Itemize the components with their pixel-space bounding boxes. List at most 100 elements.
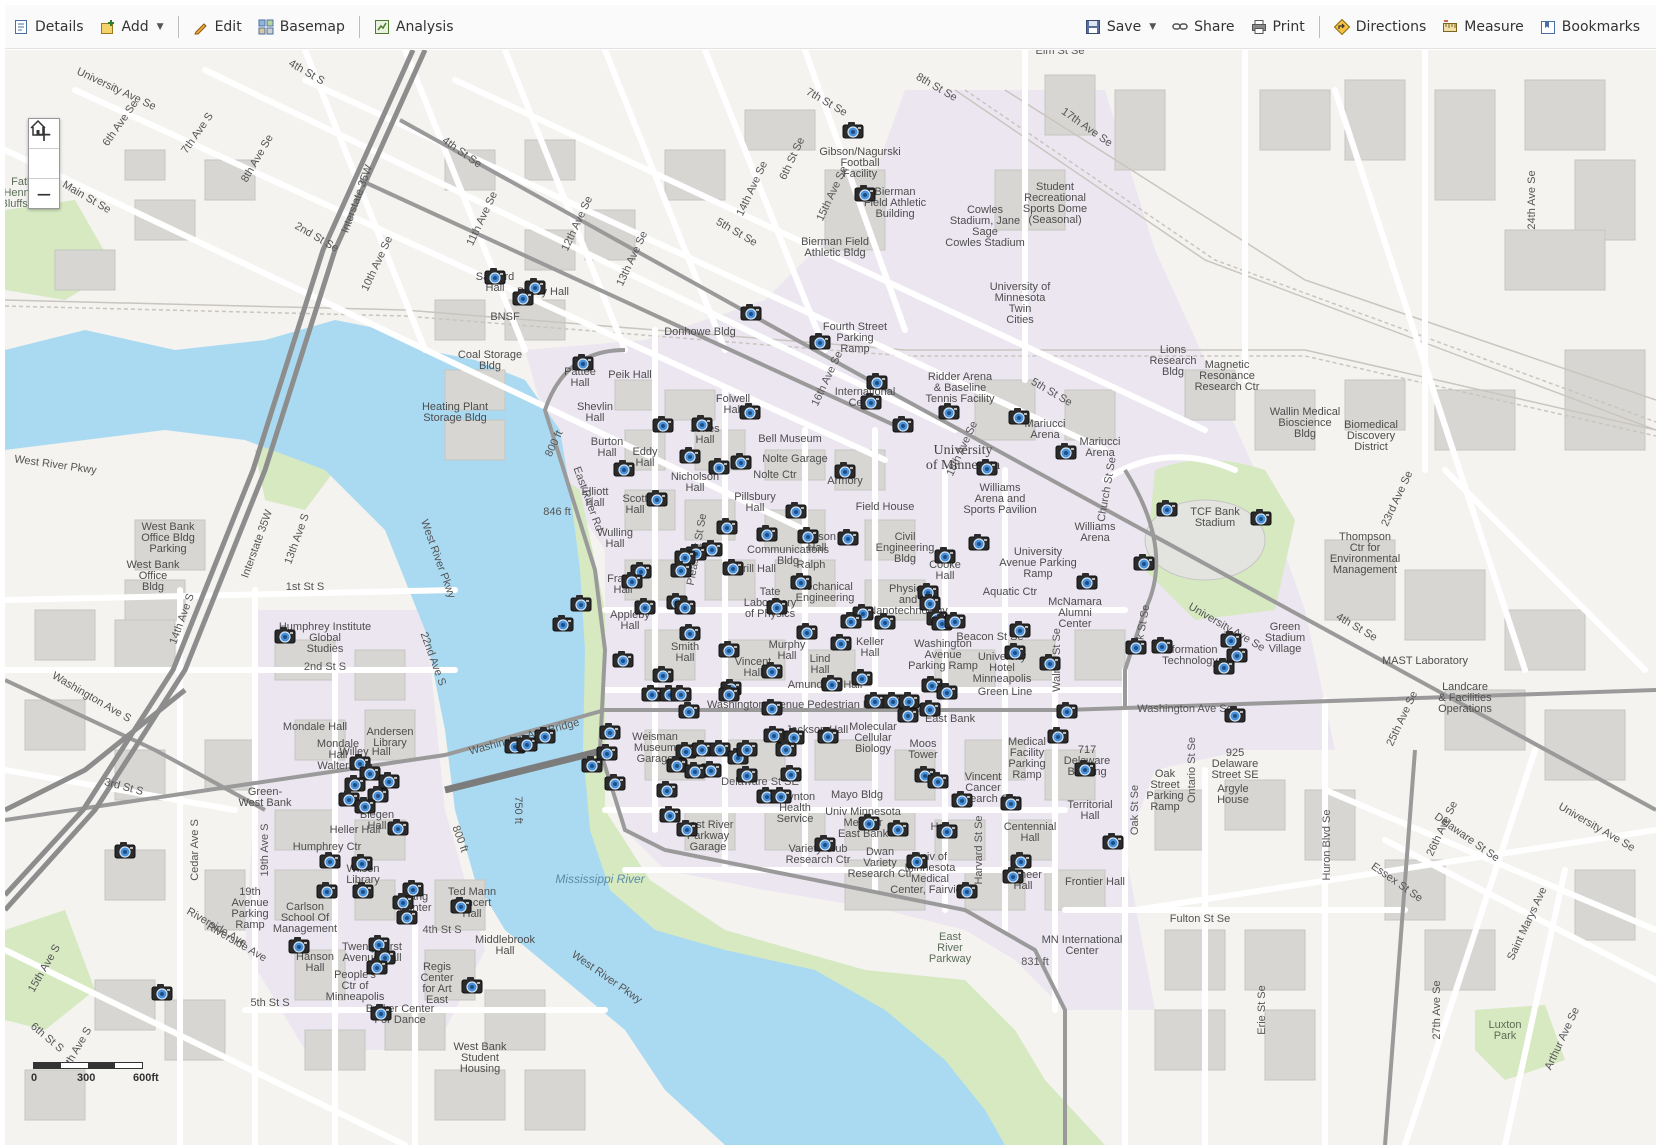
map-label: Magnetic Resonance Research Ctr: [1195, 359, 1260, 393]
map-label: Willey Hall: [339, 746, 390, 758]
map-label: Mariucci Arena: [1080, 436, 1121, 459]
bookmarks-icon: [1540, 20, 1555, 34]
analysis-button[interactable]: Analysis: [366, 12, 462, 42]
map-label: Harvard St Se: [973, 815, 985, 884]
map-label: Green Stadium Village: [1265, 621, 1305, 655]
map-label: 5th St S: [250, 997, 289, 1009]
measure-button[interactable]: Measure: [1434, 12, 1532, 42]
home-icon: [30, 119, 46, 136]
add-label: Add: [121, 18, 149, 35]
map-label: 24th Ave Se: [1526, 170, 1538, 229]
directions-label: Directions: [1355, 18, 1427, 35]
scale-label-300: 300: [77, 1072, 96, 1084]
analysis-label: Analysis: [395, 18, 454, 35]
map-view[interactable]: Elm St Se University Ave Se 4th St S 7th Av…: [5, 50, 1656, 1145]
print-icon: [1251, 19, 1266, 34]
map-label: Mississippi River: [555, 872, 645, 886]
edit-icon: [193, 22, 207, 34]
basemap-button[interactable]: Basemap: [250, 12, 353, 42]
map-label: Washington Ave Se: [1137, 703, 1232, 715]
basemap-label: Basemap: [279, 18, 345, 35]
share-icon: [1172, 22, 1188, 30]
map-label: Oak St Se: [1129, 785, 1141, 835]
add-button[interactable]: Add ▼: [92, 12, 172, 42]
basemap-icon: [258, 19, 274, 34]
scale-bar: 0 300 600ft: [31, 1062, 173, 1086]
measure-label: Measure: [1464, 18, 1524, 35]
map-label: Molecular Cellular Biology: [849, 721, 897, 755]
print-button[interactable]: Print: [1243, 12, 1313, 42]
toolbar-divider: [177, 15, 179, 38]
home-button[interactable]: [29, 119, 59, 179]
toolbar-divider: [358, 15, 360, 38]
directions-icon: [1333, 18, 1350, 35]
map-labels: Elm St SeUniversity Ave Se 4th St S7th Av…: [5, 50, 1637, 1075]
map-label: Ridder Arena & Baseline Tennis Facility: [925, 371, 995, 405]
map-label: Humphrey Ctr: [293, 841, 362, 853]
zoom-out-button[interactable]: −: [29, 179, 59, 208]
bookmarks-button[interactable]: Bookmarks: [1532, 12, 1648, 42]
map-label: Lind Hall: [810, 653, 831, 676]
basemap-layer: Elm St SeUniversity Ave Se 4th St S7th Av…: [5, 50, 1656, 1145]
map-label: Ontario St Se: [1186, 737, 1198, 803]
map-label: West Bank Student Housing: [454, 1041, 507, 1075]
map-label: BNSF: [490, 311, 520, 323]
toolbar-left: Details Add ▼ Edit Basemap Analysis: [5, 5, 462, 48]
measure-icon: [1443, 19, 1458, 32]
map-label: 831 ft: [1021, 956, 1049, 968]
map-label: Nolte Ctr: [753, 469, 797, 481]
map-label: Field House: [856, 501, 915, 513]
map-label: Moos Tower: [908, 738, 938, 761]
scale-label-0: 0: [31, 1072, 38, 1084]
toolbar-divider: [1318, 15, 1320, 38]
map-label: Biomedical Discovery District: [1344, 419, 1398, 453]
map-label: Landcare & Facilities Operations: [1438, 681, 1492, 715]
map-label: West River Pkwy: [14, 453, 98, 476]
zoom-control: + −: [28, 118, 60, 209]
map-label: Aquatic Ctr: [983, 586, 1038, 598]
map-label: 750 ft: [512, 796, 524, 824]
add-icon: [100, 19, 114, 34]
camera-marker-icon[interactable]: [842, 122, 864, 139]
save-button[interactable]: Save ▼: [1077, 12, 1164, 42]
map-label: Elm St Se: [1036, 50, 1085, 57]
map-label: Mondale Hall: [283, 721, 347, 733]
map-label: Scott Hall: [622, 493, 647, 516]
map-label: Medical Facility Parking Ramp: [1008, 736, 1046, 781]
map-label: Argyle House: [1217, 783, 1249, 806]
map-label: Huron Blvd Se: [1321, 810, 1333, 881]
map-label: 2nd St S: [304, 661, 346, 673]
toolbar: Details Add ▼ Edit Basemap Analysis Save…: [5, 5, 1656, 49]
map-label: Fulton St Se: [1170, 913, 1231, 925]
map-label: Nolte Garage: [762, 453, 827, 465]
map-label: Donhowe Bldg: [664, 326, 736, 338]
map-label: 13th Ave S: [282, 512, 311, 566]
scale-label-600: 600ft: [133, 1072, 159, 1084]
camera-marker-icon[interactable]: [114, 842, 136, 859]
map-label: Eddy Hall: [632, 446, 658, 469]
map-label: Thompson Ctr for Environmental Management: [1330, 531, 1400, 576]
chevron-down-icon: ▼: [1149, 21, 1157, 32]
directions-button[interactable]: Directions: [1326, 12, 1435, 42]
map-label: 27th Ave Se: [1431, 980, 1443, 1039]
map-label: 846 ft: [543, 506, 571, 518]
map-label: East River Parkway: [929, 931, 972, 965]
details-button[interactable]: Details: [5, 12, 92, 42]
map-label: 4th St S: [422, 924, 461, 936]
share-label: Share: [1194, 18, 1235, 35]
map-label: Peik Hall: [608, 369, 651, 381]
save-icon: [1085, 19, 1100, 34]
share-button[interactable]: Share: [1164, 12, 1242, 42]
map-label: 19th Ave S: [259, 823, 271, 876]
details-label: Details: [35, 18, 84, 35]
map-label: Bell Museum: [758, 433, 822, 445]
map-label: Frontier Hall: [1065, 876, 1125, 888]
map-label: Cedar Ave S: [189, 819, 201, 881]
bookmarks-label: Bookmarks: [1561, 18, 1640, 35]
map-label: Green Line: [978, 686, 1032, 698]
scale-bar-labels: 0 300 600ft: [31, 1072, 173, 1086]
map-label: Heating Plant Storage Bldg: [422, 401, 488, 424]
print-label: Print: [1272, 18, 1305, 35]
map-label: Heller Hall: [330, 824, 381, 836]
edit-button[interactable]: Edit: [185, 12, 250, 42]
